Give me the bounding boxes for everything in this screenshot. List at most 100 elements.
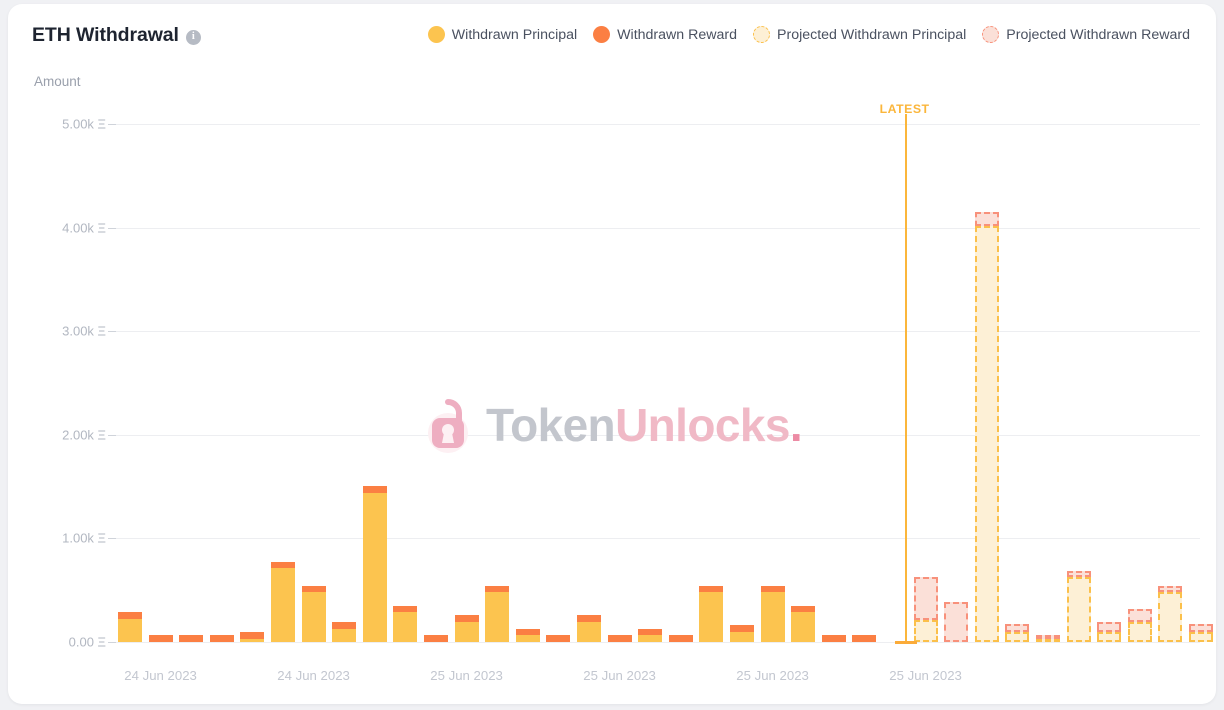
title-area: ETH Withdrawal i xyxy=(32,24,201,47)
bar-segment-withdrawn-reward xyxy=(301,585,326,593)
legend-label: Projected Withdrawn Principal xyxy=(777,26,967,43)
bar-segment-withdrawn-reward xyxy=(577,615,601,623)
bar-segment-withdrawn-principal xyxy=(118,618,142,642)
bar-segment-withdrawn-reward xyxy=(424,635,448,642)
bar-segment-withdrawn-reward xyxy=(821,635,846,642)
x-tick-label: 24 Jun 2023 xyxy=(277,668,350,683)
bar-group[interactable] xyxy=(301,124,326,642)
bar-segment-withdrawn-principal xyxy=(760,592,785,642)
bar-group[interactable] xyxy=(668,124,693,642)
bar-segment-withdrawn-principal xyxy=(301,592,326,642)
bar-group[interactable] xyxy=(699,124,724,642)
bar-group[interactable] xyxy=(118,124,142,642)
bar-segment-withdrawn-principal xyxy=(362,492,387,642)
bar-segment-projected-withdrawn-reward xyxy=(1158,585,1183,593)
bar-segment-withdrawn-principal xyxy=(271,568,295,642)
bar-group[interactable] xyxy=(240,124,265,642)
bar-group[interactable] xyxy=(393,124,418,642)
legend-item-projected_withdrawn_reward[interactable]: Projected Withdrawn Reward xyxy=(982,26,1190,43)
bar-group[interactable] xyxy=(179,124,204,642)
latest-baseline-marker xyxy=(894,641,917,644)
plot-area: Amount 0.00 Ξ 1.00k Ξ 2.00k Ξ 3.00k Ξ 4.00k … xyxy=(8,66,1216,704)
bar-group[interactable] xyxy=(515,124,540,642)
bar-series-layer xyxy=(8,66,1216,704)
legend-item-projected_withdrawn_principal[interactable]: Projected Withdrawn Principal xyxy=(753,26,966,43)
bar-group[interactable] xyxy=(577,124,601,642)
bar-segment-withdrawn-reward xyxy=(607,635,632,642)
bar-group[interactable] xyxy=(944,124,969,642)
legend-swatch-projected_withdrawn_reward xyxy=(982,26,1000,43)
chart-legend: Withdrawn Principal Withdrawn Reward Proje… xyxy=(427,26,1190,43)
x-tick-label: 25 Jun 2023 xyxy=(583,668,656,683)
bar-group[interactable] xyxy=(271,124,295,642)
bar-segment-projected-withdrawn-reward xyxy=(1097,622,1122,633)
bar-group[interactable] xyxy=(760,124,785,642)
bar-group[interactable] xyxy=(974,124,999,642)
bar-segment-withdrawn-reward xyxy=(546,635,571,642)
bar-segment-projected-withdrawn-principal xyxy=(1189,632,1213,642)
x-tick-label: 25 Jun 2023 xyxy=(736,668,809,683)
legend-label: Projected Withdrawn Reward xyxy=(1006,26,1190,43)
bar-group[interactable] xyxy=(913,124,938,642)
bar-segment-withdrawn-reward xyxy=(240,632,265,639)
bar-segment-projected-withdrawn-reward xyxy=(1066,570,1091,578)
bar-segment-withdrawn-reward xyxy=(699,585,724,593)
bar-segment-withdrawn-reward xyxy=(485,585,510,593)
bar-group[interactable] xyxy=(362,124,387,642)
bar-segment-withdrawn-reward xyxy=(730,625,754,633)
bar-group[interactable] xyxy=(148,124,173,642)
bar-group[interactable] xyxy=(485,124,510,642)
eth-withdrawal-chart-card: ETH Withdrawal i Withdrawn Principal With… xyxy=(8,4,1216,704)
bar-group[interactable] xyxy=(424,124,448,642)
bar-group[interactable] xyxy=(546,124,571,642)
legend-swatch-projected_withdrawn_principal xyxy=(753,26,771,43)
bar-segment-withdrawn-principal xyxy=(699,592,724,642)
bar-segment-withdrawn-principal xyxy=(393,612,418,642)
legend-label: Withdrawn Principal xyxy=(451,26,578,43)
bar-group[interactable] xyxy=(1005,124,1030,642)
bar-segment-projected-withdrawn-reward xyxy=(913,577,938,621)
bar-group[interactable] xyxy=(791,124,816,642)
bar-segment-withdrawn-reward xyxy=(393,605,418,613)
bar-group[interactable] xyxy=(1036,124,1060,642)
bar-group[interactable] xyxy=(730,124,754,642)
bar-group[interactable] xyxy=(1189,124,1213,642)
bar-group[interactable] xyxy=(454,124,479,642)
bar-group[interactable] xyxy=(332,124,357,642)
bar-segment-withdrawn-reward xyxy=(271,561,295,569)
bar-group[interactable] xyxy=(209,124,234,642)
bar-segment-withdrawn-reward xyxy=(668,635,693,642)
bar-segment-projected-withdrawn-principal xyxy=(1066,577,1091,642)
info-icon[interactable]: i xyxy=(185,29,201,45)
x-tick-label: 25 Jun 2023 xyxy=(430,668,503,683)
bar-group[interactable] xyxy=(638,124,663,642)
bar-segment-withdrawn-reward xyxy=(362,486,387,493)
bar-group[interactable] xyxy=(821,124,846,642)
bar-segment-withdrawn-reward xyxy=(148,635,173,642)
bar-group[interactable] xyxy=(883,124,907,642)
legend-item-withdrawn_reward[interactable]: Withdrawn Reward xyxy=(593,26,737,43)
bar-group[interactable] xyxy=(1158,124,1183,642)
bar-segment-projected-withdrawn-reward xyxy=(944,602,969,642)
bar-segment-projected-withdrawn-reward xyxy=(1127,608,1152,623)
bar-group[interactable] xyxy=(1097,124,1122,642)
page-title: ETH Withdrawal xyxy=(32,24,179,46)
bar-segment-withdrawn-reward xyxy=(179,635,204,642)
card-header: ETH Withdrawal i Withdrawn Principal With… xyxy=(8,4,1216,66)
bar-segment-withdrawn-principal xyxy=(577,622,601,642)
x-tick-label: 25 Jun 2023 xyxy=(889,668,962,683)
bar-group[interactable] xyxy=(607,124,632,642)
bar-segment-projected-withdrawn-principal xyxy=(1127,622,1152,642)
bar-segment-withdrawn-principal xyxy=(515,635,540,642)
bar-segment-projected-withdrawn-reward xyxy=(974,212,999,226)
bar-segment-withdrawn-reward xyxy=(118,612,142,619)
bar-segment-projected-withdrawn-reward xyxy=(1005,623,1030,633)
latest-divider-line xyxy=(904,114,907,642)
bar-group[interactable] xyxy=(1066,124,1091,642)
bar-segment-withdrawn-reward xyxy=(760,585,785,593)
bar-group[interactable] xyxy=(1127,124,1152,642)
bar-segment-withdrawn-principal xyxy=(638,635,663,642)
legend-item-withdrawn_principal[interactable]: Withdrawn Principal xyxy=(427,26,578,43)
bar-group[interactable] xyxy=(852,124,877,642)
bar-segment-withdrawn-principal xyxy=(730,632,754,642)
